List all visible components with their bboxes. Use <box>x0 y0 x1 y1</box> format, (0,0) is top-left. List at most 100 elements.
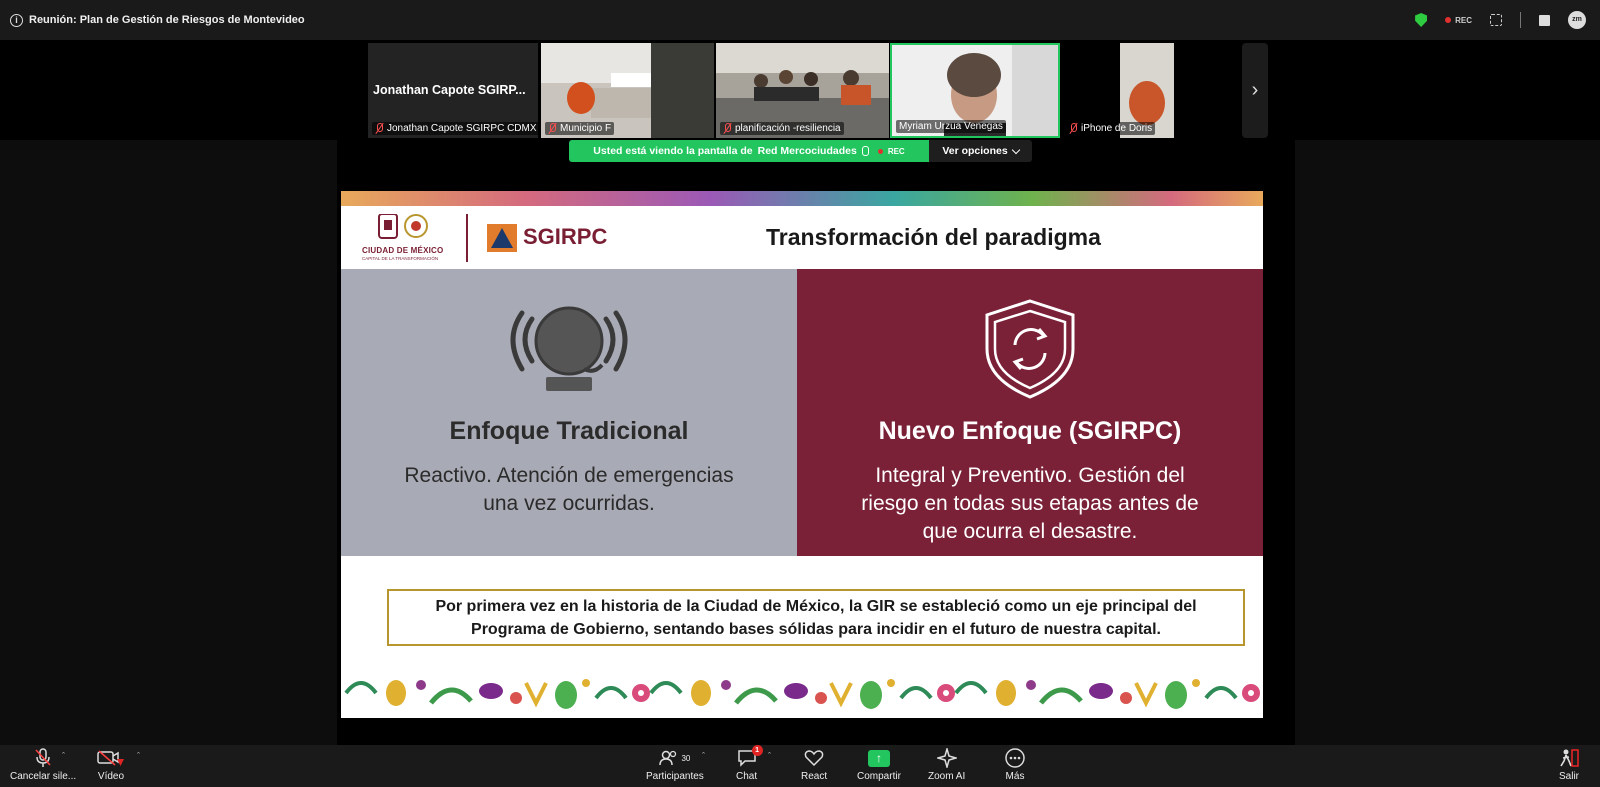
video-label: Vídeo <box>97 771 125 782</box>
participant-name-label: iPhone de Doris <box>1066 122 1156 135</box>
caret-up-icon[interactable]: ˆ <box>702 751 705 761</box>
screen-share-banner: Usted está viendo la pantalla de Red Mer… <box>569 140 929 162</box>
video-camera-icon <box>97 747 125 769</box>
traditional-approach-panel: Enfoque Tradicional Reactivo. Atención d… <box>341 269 797 556</box>
mic-muted-icon <box>548 123 557 134</box>
microphone-icon <box>861 146 869 156</box>
divider <box>1520 12 1521 28</box>
view-options-button[interactable]: Ver opciones <box>929 140 1032 162</box>
mic-muted-icon <box>723 123 732 134</box>
participant-count: 30 <box>681 753 691 763</box>
participant-name: planificación -resiliencia <box>735 123 841 134</box>
calendar-icon[interactable] <box>1539 14 1550 26</box>
participant-display-name: Jonathan Capote SGIRP... <box>373 83 526 97</box>
rec-label: REC <box>1455 15 1472 25</box>
traditional-body-line: una vez ocurridas. <box>483 492 655 515</box>
gallery-next-button[interactable]: › <box>1242 43 1268 138</box>
encryption-shield-icon[interactable] <box>1415 13 1428 27</box>
people-icon: 30 <box>659 747 690 769</box>
presenter-name: Red Mercociudades <box>757 145 857 157</box>
title-bar: i Reunión: Plan de Gestión de Riesgos de… <box>0 0 1600 40</box>
exit-meeting-button[interactable]: Salir <box>1558 747 1580 782</box>
highlight-note: Por primera vez en la historia de la Ciu… <box>387 589 1245 646</box>
share-screen-icon: ↑ <box>867 747 890 769</box>
participant-name-label: Jonathan Capote SGIRPC CDMX <box>372 122 538 135</box>
caret-up-icon[interactable]: ˆ <box>137 751 140 761</box>
participant-name: iPhone de Doris <box>1081 123 1153 134</box>
zoom-ai-label: Zoom AI <box>928 771 966 782</box>
chat-unread-badge: 1 <box>751 745 763 756</box>
video-button[interactable]: Vídeo <box>97 747 125 782</box>
exit-label: Salir <box>1558 771 1579 782</box>
participant-name: Municipio F <box>560 123 612 134</box>
react-button[interactable]: React <box>801 747 827 782</box>
chat-button[interactable]: 1 Chat <box>736 745 763 782</box>
react-label: React <box>801 771 828 782</box>
share-label: Compartir <box>857 771 901 782</box>
participant-tile[interactable]: Municipio F <box>541 43 714 138</box>
new-approach-heading: Nuevo Enfoque (SGIRPC) <box>878 417 1182 445</box>
more-label: Más <box>1005 771 1025 782</box>
participant-tile-active-speaker[interactable]: Myriam Urzua Venegas <box>890 43 1060 138</box>
cdmx-tagline: CAPITAL DE LA TRANSFORMACIÓN <box>362 256 439 261</box>
participant-name-label: planificación -resiliencia <box>720 122 844 135</box>
mic-muted-icon <box>1069 123 1078 134</box>
rec-dot-icon <box>1445 17 1452 23</box>
viewing-text: Usted está viendo la pantalla de <box>593 145 753 157</box>
right-margin <box>1295 140 1600 745</box>
view-layout-icon[interactable] <box>1490 14 1502 26</box>
microphone-icon <box>34 747 52 769</box>
view-options-label: Ver opciones <box>942 145 1008 157</box>
more-button[interactable]: Más <box>1005 747 1025 782</box>
user-avatar[interactable]: zm <box>1568 11 1586 29</box>
share-screen-button[interactable]: ↑ Compartir <box>857 747 901 782</box>
slide-header: CIUDAD DE MÉXICO CAPITAL DE LA TRANSFORM… <box>341 206 1263 269</box>
zoom-ai-button[interactable]: Zoom AI <box>928 747 965 782</box>
participants-label: Participantes <box>646 771 704 782</box>
participant-name-label: Municipio F <box>545 122 615 135</box>
caret-up-icon[interactable]: ˆ <box>768 751 771 761</box>
participant-tile[interactable]: iPhone de Doris <box>1062 43 1174 138</box>
logo-divider <box>466 214 468 262</box>
caret-up-icon[interactable]: ˆ <box>62 751 65 761</box>
note-line: Por primera vez en la historia de la Ciu… <box>435 597 1197 615</box>
traditional-heading: Enfoque Tradicional <box>449 417 689 445</box>
mute-button[interactable]: Cancelar sile... <box>10 747 76 782</box>
more-dots-icon <box>1005 747 1025 769</box>
sgirpc-triangle-icon <box>491 228 513 248</box>
new-approach-body-line: Integral y Preventivo. Gestión del <box>875 464 1185 487</box>
left-margin <box>0 140 337 745</box>
participant-tile[interactable]: Jonathan Capote SGIRP... Jonathan Capote… <box>368 43 538 138</box>
sparkle-icon <box>936 747 957 769</box>
traditional-body-line: Reactivo. Atención de emergencias <box>404 464 734 487</box>
new-approach-panel: Nuevo Enfoque (SGIRPC) Integral y Preven… <box>797 269 1263 556</box>
participant-tile[interactable]: planificación -resiliencia <box>716 43 889 138</box>
info-icon[interactable]: i <box>10 13 23 27</box>
rainbow-bar <box>341 191 1263 206</box>
note-line: Programa de Gobierno, sentando bases sól… <box>471 620 1161 638</box>
heart-icon <box>804 747 824 769</box>
participant-name: Myriam Urzua Venegas <box>899 121 1003 132</box>
traditional-body: Reactivo. Atención de emergencias una ve… <box>351 462 787 518</box>
slide-title: Transformación del paradigma <box>766 224 1101 250</box>
rec-dot-icon <box>877 148 883 154</box>
chevron-down-icon <box>1011 145 1020 154</box>
mute-label: Cancelar sile... <box>10 771 77 782</box>
chat-bubble-icon: 1 <box>737 745 763 769</box>
shield-cycle-icon <box>985 299 1075 399</box>
title-bar-controls: REC zm <box>1415 0 1586 40</box>
new-approach-body: Integral y Preventivo. Gestión del riesg… <box>807 462 1253 546</box>
recording-indicator[interactable]: REC <box>1445 16 1472 25</box>
presentation-slide: CIUDAD DE MÉXICO CAPITAL DE LA TRANSFORM… <box>341 191 1263 718</box>
meeting-title: Reunión: Plan de Gestión de Riesgos de M… <box>29 14 305 26</box>
participant-name-label: Myriam Urzua Venegas <box>896 120 1006 133</box>
chevron-right-icon: › <box>1251 79 1259 101</box>
participants-button[interactable]: 30 Participantes <box>646 747 704 782</box>
alarm-bell-icon <box>510 306 628 391</box>
mic-muted-icon <box>375 123 384 134</box>
participant-name: Jonathan Capote SGIRPC CDMX <box>387 123 537 134</box>
chat-label: Chat <box>736 771 758 782</box>
meeting-toolbar: Cancelar sile... ˆ Vídeo ˆ 30 Participan… <box>0 745 1600 787</box>
cdmx-name: CIUDAD DE MÉXICO <box>362 246 444 255</box>
floral-border-decoration <box>341 663 1263 718</box>
